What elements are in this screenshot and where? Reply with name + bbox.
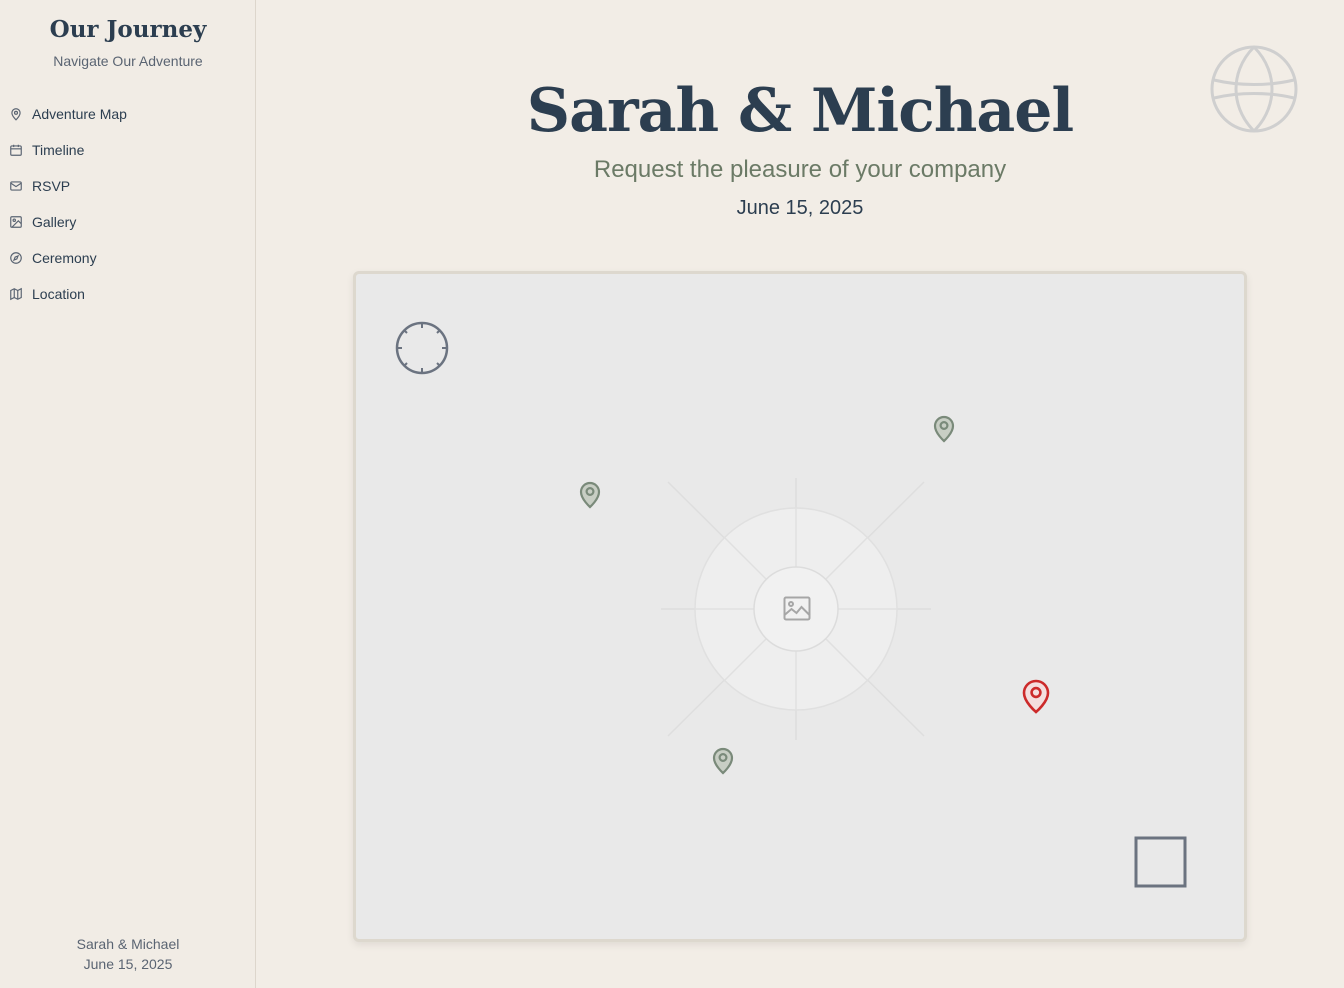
map-icon [10,287,22,301]
sidebar-nav: Adventure Map Timeline RSVP Gallery Cere… [0,96,256,312]
footer-names: Sarah & Michael [76,936,180,952]
sidebar-item-label: Ceremony [32,250,97,266]
image-icon [783,596,811,621]
sidebar-item-rsvp[interactable]: RSVP [0,168,256,204]
sidebar-item-label: Gallery [32,214,77,230]
map-marker-active[interactable] [1021,677,1051,714]
sidebar-title: Our Journey [49,16,207,43]
square-frame-icon [1134,836,1187,888]
adventure-map[interactable] [353,271,1247,942]
calendar-icon [10,144,22,156]
sidebar-item-label: Timeline [32,142,85,158]
map-marker[interactable] [578,479,602,509]
sidebar-item-label: Location [32,286,85,302]
sidebar-item-gallery[interactable]: Gallery [0,204,256,240]
mail-icon [10,181,22,191]
compass-dial-icon [395,321,449,375]
couple-names: Sarah & Michael [526,76,1074,146]
image-icon [10,216,22,228]
map-marker[interactable] [711,745,735,775]
sidebar-item-location[interactable]: Location [0,276,256,312]
sidebar: Our Journey Navigate Our Adventure Adven… [0,0,256,988]
sidebar-item-adventure-map[interactable]: Adventure Map [0,96,256,132]
map-pin-icon [11,108,21,121]
wedding-date: June 15, 2025 [736,197,864,219]
sidebar-footer: Sarah & Michael June 15, 2025 [0,934,256,974]
sidebar-item-label: Adventure Map [32,106,127,122]
sidebar-item-label: RSVP [32,178,71,194]
invitation-text: Request the pleasure of your company [593,156,1007,183]
compass-icon [10,252,22,264]
map-marker[interactable] [932,413,956,443]
sidebar-item-ceremony[interactable]: Ceremony [0,240,256,276]
sidebar-subtitle: Navigate Our Adventure [53,53,203,69]
sidebar-item-timeline[interactable]: Timeline [0,132,256,168]
footer-date: June 15, 2025 [83,956,173,972]
